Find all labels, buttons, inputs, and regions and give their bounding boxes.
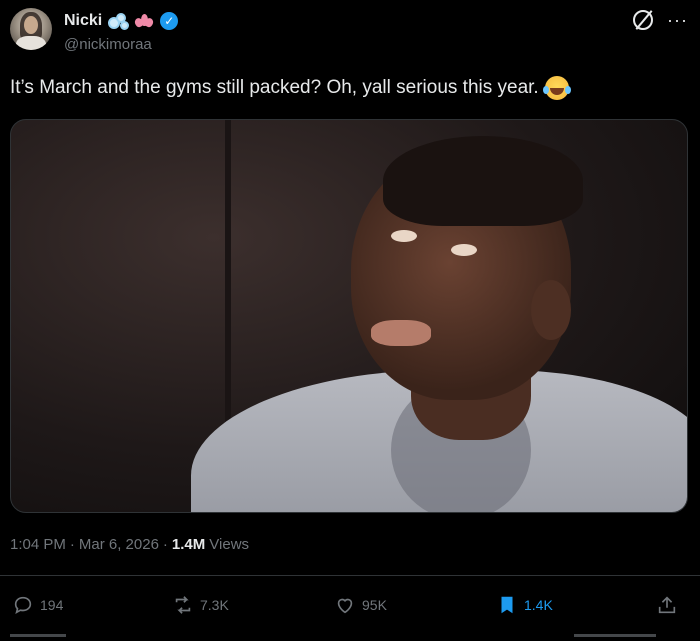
media-right-eye: [451, 244, 477, 256]
views-label: Views: [209, 536, 250, 553]
bookmark-button[interactable]: 1.4K: [496, 594, 553, 616]
grok-icon[interactable]: [633, 10, 654, 30]
tweet-meta: 1:04 PM · Mar 6, 2026 · 1.4M Views: [10, 536, 249, 553]
bookmark-icon: [501, 596, 513, 614]
media-left-eye: [391, 230, 417, 242]
reply-icon: [14, 596, 32, 615]
bookmark-count: 1.4K: [524, 597, 553, 613]
tweet-media-image[interactable]: [10, 119, 688, 513]
tweet-top-actions: ···: [633, 10, 688, 30]
author-avatar[interactable]: [10, 8, 52, 50]
repost-button[interactable]: 7.3K: [172, 594, 229, 616]
avatar-face: [24, 16, 38, 34]
share-button[interactable]: [656, 594, 678, 616]
views-count: 1.4M: [171, 536, 206, 553]
verified-badge-icon[interactable]: ✓: [160, 12, 179, 30]
cutoff-row: [0, 634, 700, 641]
share-icon: [658, 596, 676, 614]
meta-separator: ·: [162, 536, 168, 553]
tweet-time[interactable]: 1:04 PM: [10, 536, 66, 553]
avatar-shirt: [16, 36, 46, 50]
like-count: 95K: [362, 597, 387, 613]
tweet-text-row: It’s March and the gyms still packed? Oh…: [10, 76, 569, 100]
author-handle[interactable]: @nickimoraa: [64, 36, 152, 53]
heart-icon: [337, 598, 353, 614]
tweet-date[interactable]: Mar 6, 2026: [79, 536, 159, 553]
media-hair: [383, 136, 583, 226]
media-mouth: [371, 320, 431, 346]
media-ear: [531, 280, 571, 340]
reply-button[interactable]: 194: [12, 594, 63, 616]
meta-separator: ·: [69, 536, 75, 553]
author-name-row: Nicki ✓: [64, 12, 179, 30]
bubbles-emoji-icon: [108, 13, 130, 30]
more-options-icon[interactable]: ···: [667, 11, 688, 29]
repost-count: 7.3K: [200, 597, 229, 613]
divider: [0, 575, 700, 576]
author-display-name[interactable]: Nicki: [64, 12, 102, 30]
tweet-text: It’s March and the gyms still packed? Oh…: [10, 77, 539, 98]
cutoff-text-right: [574, 634, 656, 637]
like-button[interactable]: 95K: [334, 594, 387, 616]
cutoff-text-left: [10, 634, 66, 637]
reply-count: 194: [40, 597, 64, 613]
repost-icon: [175, 596, 191, 614]
face-with-tears-of-joy-icon: [542, 76, 569, 100]
tweet-actions-bar: 194 7.3K 95K 1.4K: [0, 590, 700, 622]
lotus-emoji-icon: [133, 13, 155, 29]
